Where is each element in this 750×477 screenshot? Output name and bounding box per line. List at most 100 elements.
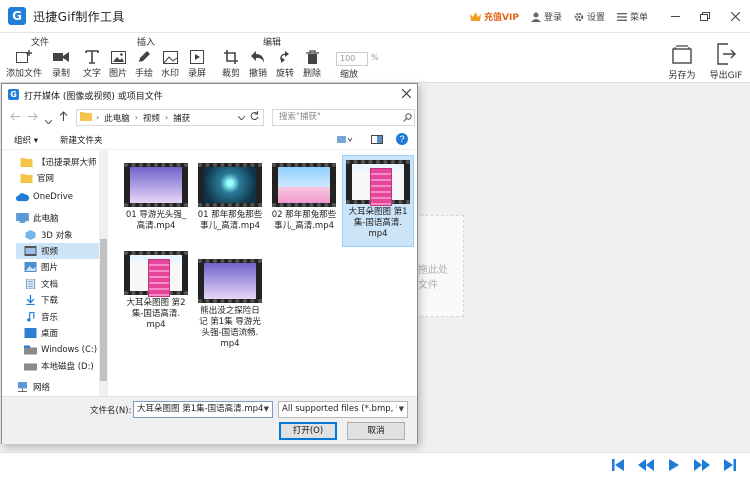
video-camera-icon xyxy=(53,52,69,62)
cloud-icon xyxy=(16,193,29,202)
chevron-down-icon[interactable]: ▼ xyxy=(264,402,269,417)
search-input[interactable]: 搜索"捕获" xyxy=(272,109,415,126)
vip-label: 充值VIP xyxy=(484,13,519,23)
forward-button[interactable] xyxy=(28,111,38,124)
rotate-label: 旋转 xyxy=(275,69,294,79)
help-icon: ? xyxy=(396,133,408,145)
open-file-dialog: G 打开媒体 (图像或视频) 或项目文件 › 此电脑 › 视频 › 捕获 搜索"… xyxy=(1,83,418,444)
minimize-button[interactable] xyxy=(660,0,690,33)
video-thumbnail xyxy=(198,259,262,303)
new-folder-button[interactable]: 新建文件夹 xyxy=(60,134,103,146)
add-file-icon xyxy=(16,50,32,63)
undo-icon xyxy=(251,50,264,63)
address-row: › 此电脑 › 视频 › 捕获 搜索"捕获" xyxy=(2,107,417,129)
breadcrumb-videos[interactable]: 视频 xyxy=(143,112,160,124)
menu-button[interactable]: 菜单 xyxy=(616,10,648,23)
drop-hint-line1: 拖此处 xyxy=(418,265,448,276)
record-button[interactable]: 录制 xyxy=(46,49,76,79)
save-as-label: 另存为 xyxy=(668,71,696,81)
nav-item-videos[interactable]: 视频 xyxy=(16,243,99,259)
back-button[interactable] xyxy=(10,111,20,124)
playback-bar xyxy=(0,452,750,477)
undo-button[interactable]: 撤销 xyxy=(243,49,273,79)
preview-pane-button[interactable] xyxy=(371,135,383,147)
computer-icon xyxy=(16,213,29,223)
login-button[interactable]: 登录 xyxy=(530,10,562,23)
dialog-close-button[interactable] xyxy=(401,87,412,101)
address-dropdown-button[interactable] xyxy=(237,113,246,123)
maximize-button[interactable] xyxy=(690,0,720,33)
nav-item-label: 此电脑 xyxy=(33,214,59,224)
refresh-icon xyxy=(250,111,259,121)
file-name-line: mp4 xyxy=(146,320,166,330)
delete-label: 删除 xyxy=(302,69,321,79)
file-item[interactable]: 02 那年那兔那些 事儿_高清.mp4 xyxy=(269,159,339,232)
nav-scrollbar[interactable] xyxy=(99,151,108,396)
export-gif-button[interactable]: 导出GIF xyxy=(706,42,746,81)
last-frame-button[interactable] xyxy=(716,457,744,473)
watermark-button[interactable]: 水印 xyxy=(155,49,185,79)
play-button[interactable] xyxy=(660,457,688,473)
record-label: 录制 xyxy=(51,69,70,79)
file-name-line: 01 那年那兔那些 xyxy=(197,210,263,220)
filename-label: 文件名(N): xyxy=(90,406,132,416)
open-button[interactable]: 打开(O) xyxy=(279,422,337,440)
chevron-down-icon xyxy=(237,115,246,121)
filename-input[interactable]: 大耳朵图图 第1集-国语高清.mp4 ▼ xyxy=(133,401,273,418)
cube-icon xyxy=(25,230,36,240)
preview-pane-icon xyxy=(371,135,383,144)
navigation-pane: 【迅捷录屏大师 官网 OneDrive 此电脑 3D 对象 视频 图片 文档 下… xyxy=(2,151,108,396)
breadcrumb-captures[interactable]: 捕获 xyxy=(173,112,190,124)
nav-item-onedrive[interactable]: OneDrive xyxy=(16,189,112,205)
file-item[interactable]: 大耳朵图图 第2 集-国语高清. mp4 xyxy=(121,247,191,331)
file-item[interactable]: 01 那年那兔那些 事儿_高清.mp4 xyxy=(195,159,265,232)
prev-frame-button[interactable] xyxy=(632,457,660,473)
crop-button[interactable]: 裁剪 xyxy=(216,49,246,79)
settings-button[interactable]: 设置 xyxy=(574,10,605,23)
cancel-button[interactable]: 取消 xyxy=(347,422,405,440)
help-button[interactable]: ? xyxy=(396,133,408,148)
up-button[interactable] xyxy=(59,111,68,124)
gear-icon xyxy=(574,12,584,21)
breadcrumb-separator: › xyxy=(164,113,169,122)
organize-button[interactable]: 组织 ▾ xyxy=(14,134,38,146)
screen-record-button[interactable]: 录屏 xyxy=(182,49,212,79)
filetype-select[interactable]: All supported files (*.bmp, *. ▼ xyxy=(278,401,408,418)
view-options-button[interactable] xyxy=(337,135,353,147)
file-item[interactable]: 熊出没之探险日 记 第1集 导游光 头强-国语流畅. mp4 xyxy=(195,255,265,350)
dialog-title: 打开媒体 (图像或视频) 或项目文件 xyxy=(24,92,163,102)
nav-item-label: OneDrive xyxy=(33,192,73,202)
rotate-icon xyxy=(280,51,289,63)
dialog-app-icon: G xyxy=(8,89,19,100)
user-icon xyxy=(530,12,541,22)
text-icon xyxy=(85,50,99,64)
nav-scrollbar-thumb[interactable] xyxy=(100,239,107,381)
skip-last-icon xyxy=(724,459,736,471)
zoom-input[interactable]: 100 xyxy=(336,52,368,66)
file-item-selected[interactable]: 大耳朵图图 第1 集-国语高清. mp4 xyxy=(342,155,414,247)
add-file-label: 添加文件 xyxy=(5,69,42,79)
close-button[interactable] xyxy=(720,0,750,33)
add-file-button[interactable]: 添加文件 xyxy=(4,49,44,79)
chevron-down-icon xyxy=(44,119,53,125)
breadcrumb-this-pc[interactable]: 此电脑 xyxy=(104,112,130,124)
nav-item-network[interactable]: 网络 xyxy=(16,379,112,395)
nav-item-this-pc[interactable]: 此电脑 xyxy=(16,210,112,226)
first-frame-button[interactable] xyxy=(604,457,632,473)
nav-item-label: 本地磁盘 (D:) xyxy=(41,362,94,372)
video-folder-icon xyxy=(24,246,37,256)
address-bar[interactable]: › 此电脑 › 视频 › 捕获 xyxy=(76,109,264,126)
next-frame-button[interactable] xyxy=(688,457,716,473)
playback-controls xyxy=(604,457,744,473)
file-name-line: 01 导游光头强_ xyxy=(125,210,187,220)
close-icon xyxy=(401,88,412,99)
refresh-button[interactable] xyxy=(250,111,259,124)
nav-item-label: 3D 对象 xyxy=(41,231,73,241)
rotate-button[interactable]: 旋转 xyxy=(270,49,300,79)
delete-button[interactable]: 删除 xyxy=(297,49,327,79)
play-icon xyxy=(669,459,679,471)
recent-locations-button[interactable] xyxy=(44,114,53,127)
vip-button[interactable]: 充值VIP xyxy=(470,10,519,23)
file-item[interactable]: 01 导游光头强_ 高清.mp4 xyxy=(121,159,191,232)
save-as-button[interactable]: 另存为 xyxy=(664,42,700,81)
